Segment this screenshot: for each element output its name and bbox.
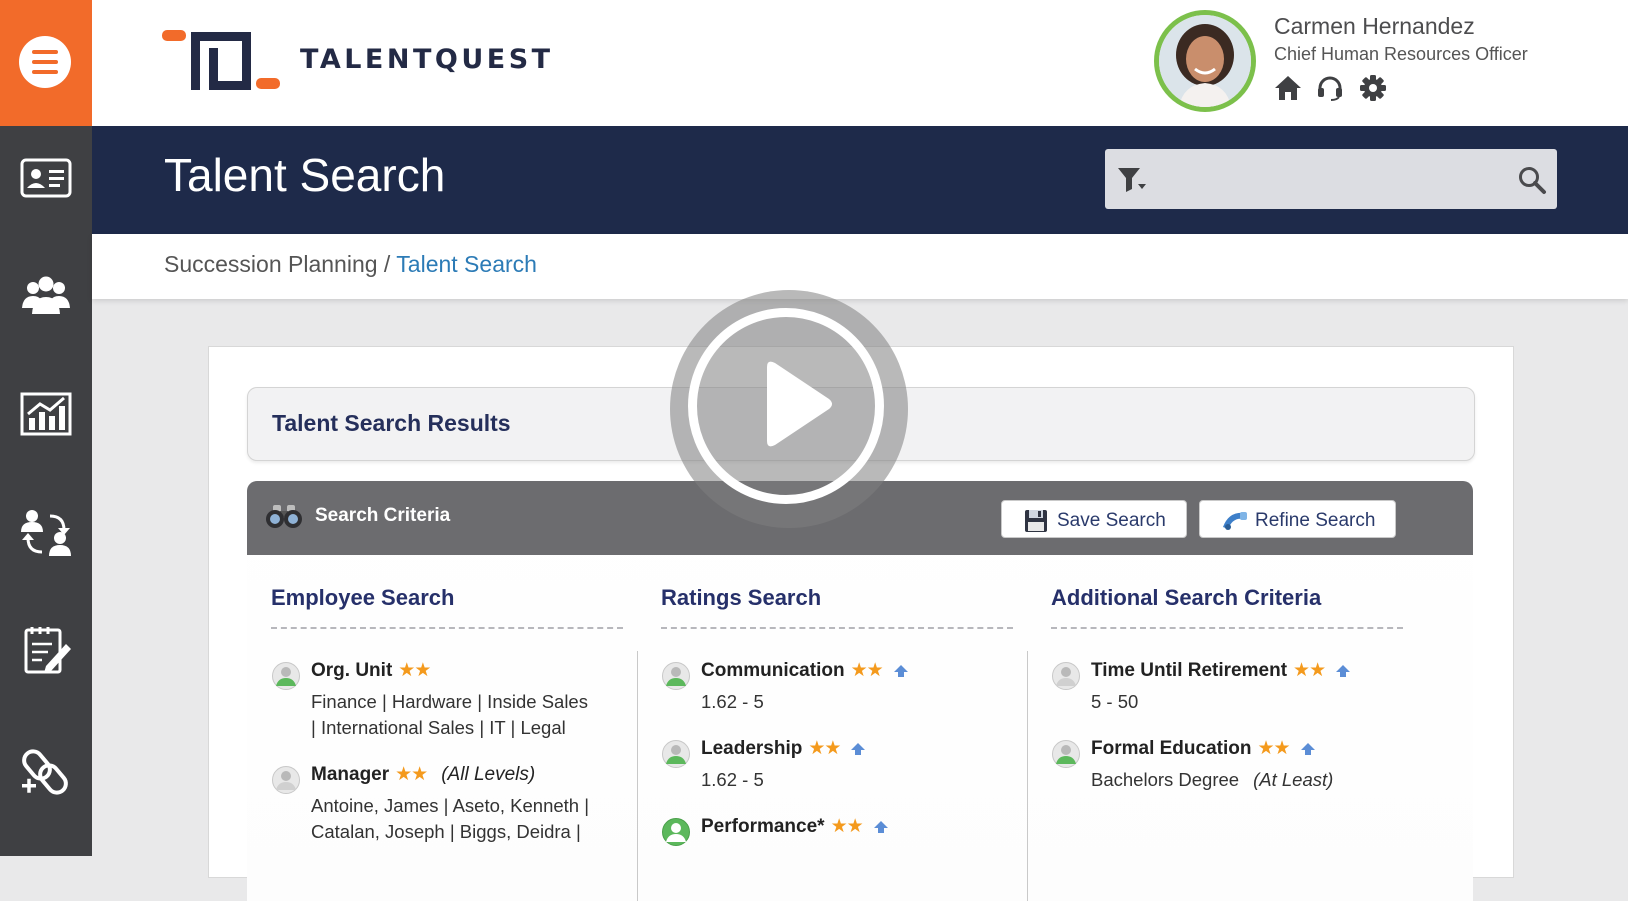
person-icon bbox=[662, 662, 690, 690]
priority-up-arrow-icon bbox=[1300, 742, 1315, 755]
priority-up-arrow-icon bbox=[873, 820, 888, 833]
column-divider bbox=[271, 627, 623, 629]
priority-up-arrow-icon bbox=[851, 742, 866, 755]
gear-icon[interactable] bbox=[1359, 74, 1387, 102]
ratings-search-column: Ratings Search Communication★★ 1.62 - 5 bbox=[661, 585, 1013, 846]
menu-toggle[interactable] bbox=[0, 0, 92, 126]
headset-icon[interactable] bbox=[1316, 75, 1344, 101]
star-rating: ★★ bbox=[1293, 660, 1326, 681]
star-rating: ★★ bbox=[398, 660, 431, 681]
criteria-label: Performance* bbox=[701, 816, 825, 837]
criteria-label: Communication bbox=[701, 660, 845, 681]
criteria-label: Formal Education bbox=[1091, 738, 1252, 759]
binoculars-icon bbox=[266, 505, 302, 528]
search-input[interactable] bbox=[1157, 159, 1501, 201]
priority-up-arrow-icon bbox=[893, 664, 908, 677]
star-rating: ★★ bbox=[850, 660, 884, 681]
star-rating: ★★ bbox=[395, 764, 428, 785]
play-ring bbox=[688, 308, 884, 504]
analytics-chart-icon[interactable] bbox=[18, 386, 74, 442]
breadcrumb-separator: / bbox=[383, 251, 391, 277]
breadcrumb-parent[interactable]: Succession Planning bbox=[164, 251, 378, 277]
refine-search-icon bbox=[1223, 512, 1247, 530]
person-icon bbox=[272, 766, 300, 794]
criteria-note: (All Levels) bbox=[441, 764, 536, 785]
play-icon bbox=[767, 361, 832, 447]
hamburger-icon bbox=[19, 36, 71, 88]
search-icon[interactable] bbox=[1517, 165, 1547, 195]
home-icon[interactable] bbox=[1274, 75, 1302, 101]
avatar[interactable] bbox=[1154, 10, 1256, 112]
page-title: Talent Search bbox=[164, 149, 446, 201]
column-separator bbox=[1027, 651, 1028, 901]
criteria-title: Search Criteria bbox=[315, 505, 451, 526]
search-criteria-panel: Search Criteria Save Search Refine Searc… bbox=[247, 481, 1473, 901]
criteria-value: Finance | Hardware | Inside Sales bbox=[311, 691, 588, 712]
column-title: Employee Search bbox=[271, 585, 455, 610]
column-title: Ratings Search bbox=[661, 585, 822, 610]
refine-search-label: Refine Search bbox=[1255, 510, 1376, 531]
additional-criteria-column: Additional Search Criteria Time Until Re… bbox=[1051, 585, 1403, 790]
criteria-value: 1.62 - 5 bbox=[701, 691, 764, 712]
criteria-value: Antoine, James | Aseto, Kenneth | bbox=[311, 795, 590, 816]
team-icon[interactable] bbox=[18, 268, 74, 324]
criteria-value: | International Sales | IT | Legal bbox=[311, 717, 566, 738]
criteria-label: Org. Unit bbox=[311, 660, 393, 681]
person-icon bbox=[1052, 740, 1080, 768]
criteria-label: Time Until Retirement bbox=[1091, 660, 1288, 681]
talentquest-logo bbox=[162, 30, 280, 90]
links-add-icon[interactable] bbox=[18, 744, 74, 800]
column-separator bbox=[637, 651, 638, 901]
breadcrumb: Succession Planning / Talent Search bbox=[164, 251, 537, 278]
save-search-label: Save Search bbox=[1057, 510, 1166, 531]
search-bar bbox=[1105, 149, 1557, 209]
profile-card-icon[interactable] bbox=[18, 150, 74, 206]
floppy-disk-icon bbox=[1025, 510, 1047, 532]
criteria-label: Manager bbox=[311, 764, 390, 785]
criteria-note: (At Least) bbox=[1253, 769, 1334, 790]
employee-search-column: Employee Search Org. Unit ★★ Finance | Ha… bbox=[271, 585, 623, 842]
star-rating: ★★ bbox=[808, 738, 841, 759]
edit-notes-icon[interactable] bbox=[18, 622, 74, 678]
filter-icon[interactable] bbox=[1117, 166, 1147, 194]
logo-text: TALENTQUEST bbox=[300, 44, 554, 75]
star-rating: ★★ bbox=[1257, 738, 1290, 759]
person-icon bbox=[662, 818, 690, 846]
results-title: Talent Search Results bbox=[272, 410, 511, 436]
column-divider bbox=[661, 627, 1013, 629]
criteria-value: 5 - 50 bbox=[1091, 691, 1139, 712]
column-title: Additional Search Criteria bbox=[1051, 585, 1322, 610]
breadcrumb-current: Talent Search bbox=[396, 251, 537, 277]
sidebar bbox=[0, 0, 92, 856]
top-header: TALENTQUEST Carmen Hernandez Chief Human… bbox=[92, 0, 1628, 126]
priority-up-arrow-icon bbox=[1336, 664, 1351, 677]
criteria-value: 1.62 - 5 bbox=[701, 769, 764, 790]
criteria-label: Leadership bbox=[701, 738, 803, 759]
user-portrait-image bbox=[1159, 15, 1251, 107]
refine-search-button[interactable]: Refine Search bbox=[1199, 500, 1396, 538]
star-rating: ★★ bbox=[830, 816, 864, 837]
succession-swap-icon[interactable] bbox=[18, 504, 74, 560]
page-banner: Talent Search bbox=[92, 126, 1628, 234]
user-actions bbox=[1274, 74, 1397, 102]
person-icon bbox=[662, 740, 690, 768]
save-search-button[interactable]: Save Search bbox=[1001, 500, 1187, 538]
criteria-value: Catalan, Joseph | Biggs, Deidra | bbox=[311, 821, 581, 842]
user-role: Chief Human Resources Officer bbox=[1274, 44, 1528, 64]
criteria-value: Bachelors Degree bbox=[1091, 769, 1240, 790]
user-name: Carmen Hernandez bbox=[1274, 13, 1475, 39]
breadcrumb-bar: Succession Planning / Talent Search bbox=[92, 234, 1628, 299]
video-play-button[interactable] bbox=[670, 290, 908, 528]
column-divider bbox=[1051, 627, 1403, 629]
person-icon bbox=[1052, 662, 1080, 690]
person-icon bbox=[272, 662, 300, 690]
